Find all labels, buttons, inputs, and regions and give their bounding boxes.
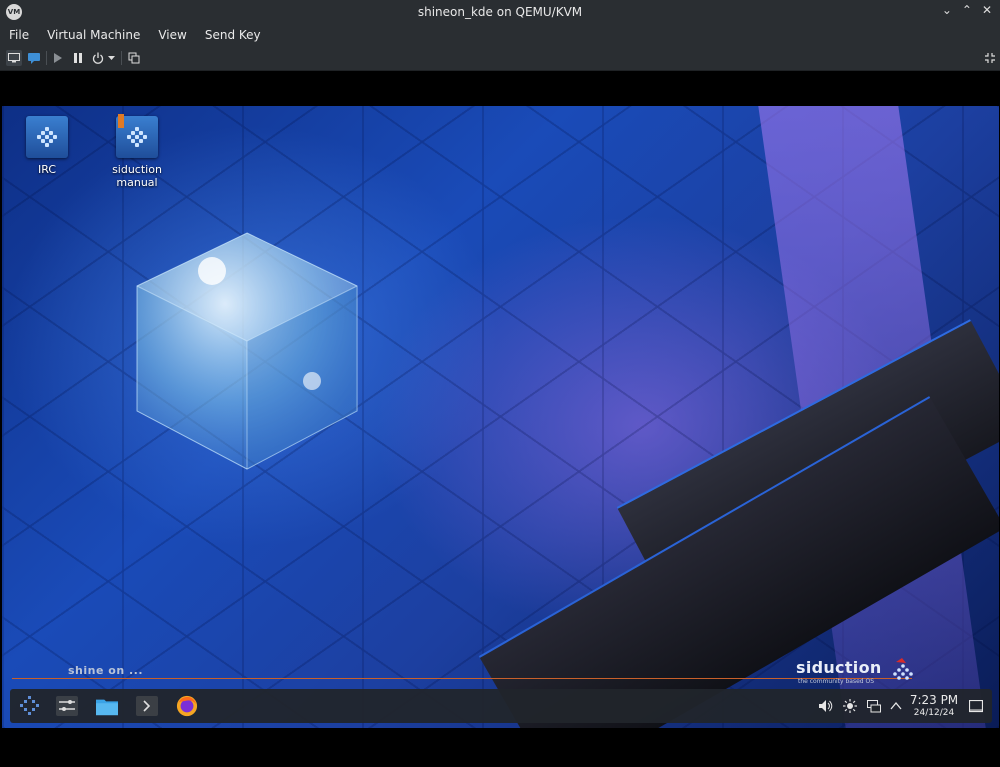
- window-title: shineon_kde on QEMU/KVM: [417, 5, 583, 19]
- show-desktop-icon[interactable]: [968, 698, 984, 714]
- wallpaper-tagline: shine on ...: [68, 664, 144, 677]
- network-icon[interactable]: [866, 698, 882, 714]
- clock-time: 7:23 PM: [909, 693, 959, 707]
- vm-toolbar: [0, 46, 1000, 71]
- menu-file[interactable]: File: [0, 28, 38, 42]
- volume-icon[interactable]: [818, 698, 834, 714]
- wallpaper-brand: siduction: [796, 658, 882, 677]
- wallpaper-accent-line: [12, 678, 912, 679]
- menu-virtual-machine[interactable]: Virtual Machine: [38, 28, 149, 42]
- snapshot-icon[interactable]: [126, 50, 142, 66]
- fullscreen-icon[interactable]: [982, 50, 998, 66]
- close-icon[interactable]: ✕: [982, 3, 992, 17]
- irc-chat-icon: [26, 116, 68, 158]
- tray-expand-icon[interactable]: [888, 698, 904, 714]
- window-controls: ⌄ ⌃ ✕: [942, 3, 992, 17]
- console-icon[interactable]: [6, 50, 22, 66]
- dropdown-arrow-icon[interactable]: [106, 50, 116, 66]
- menu-view[interactable]: View: [149, 28, 195, 42]
- system-settings-icon[interactable]: [56, 695, 78, 717]
- toolbar-separator: [46, 51, 47, 65]
- terminal-icon[interactable]: [136, 695, 158, 717]
- play-icon[interactable]: [50, 50, 66, 66]
- desktop-icon-siduction-manual[interactable]: siduction manual: [102, 114, 172, 189]
- desktop-icon-label: IRC: [37, 163, 57, 176]
- desktop-icon-irc[interactable]: IRC: [12, 116, 82, 176]
- digital-clock[interactable]: 7:23 PM 24/12/24: [906, 693, 962, 718]
- desktop-icon-label: manual: [116, 176, 158, 189]
- clock-date: 24/12/24: [913, 708, 955, 718]
- pause-icon[interactable]: [70, 50, 86, 66]
- details-icon[interactable]: [26, 50, 42, 66]
- toolbar-separator: [121, 51, 122, 65]
- kde-desktop[interactable]: IRC siduction manual shine on ... siduct…: [2, 106, 999, 728]
- menu-bar: File Virtual Machine View Send Key: [0, 24, 1000, 46]
- brightness-icon[interactable]: [842, 698, 858, 714]
- wallpaper-brand-subtitle: the community based OS: [798, 678, 875, 685]
- wallpaper-crystal-cube: [136, 232, 358, 470]
- firefox-icon[interactable]: [176, 695, 198, 717]
- kde-panel: 7:23 PM 24/12/24: [10, 689, 992, 723]
- menu-send-key[interactable]: Send Key: [196, 28, 270, 42]
- siduction-logo-icon: [893, 658, 913, 680]
- maximize-icon[interactable]: ⌃: [962, 3, 972, 17]
- manual-book-icon: [116, 114, 158, 158]
- application-launcher-icon[interactable]: [18, 695, 40, 717]
- desktop-icon-label: siduction: [112, 163, 162, 176]
- power-icon[interactable]: [90, 50, 106, 66]
- minimize-icon[interactable]: ⌄: [942, 3, 952, 17]
- window-titlebar: VM shineon_kde on QEMU/KVM ⌄ ⌃ ✕: [0, 0, 1000, 24]
- file-manager-icon[interactable]: [96, 695, 118, 717]
